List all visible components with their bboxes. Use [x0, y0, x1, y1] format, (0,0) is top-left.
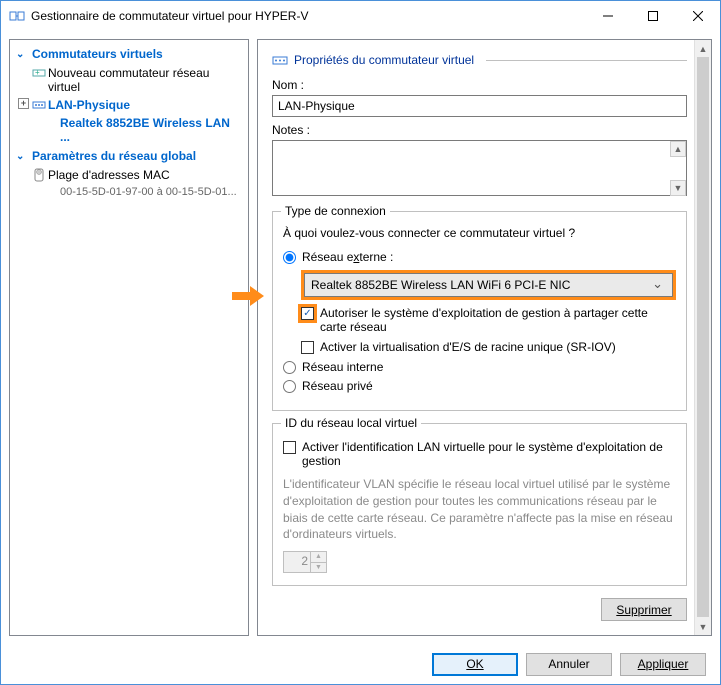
ok-button[interactable]: OK: [432, 653, 518, 676]
tree-item-lan-adapter[interactable]: Realtek 8852BE Wireless LAN ...: [12, 114, 246, 146]
spinner-buttons: ▲ ▼: [310, 552, 326, 572]
virtual-switch-manager-window: Gestionnaire de commutateur virtuel pour…: [0, 0, 721, 685]
switch-icon: [272, 52, 288, 68]
app-icon: [9, 8, 25, 24]
content-panel: Propriétés du commutateur virtuel Nom : …: [257, 39, 712, 636]
spin-up-icon: ▲: [310, 552, 326, 562]
vlan-enable-checkbox-row[interactable]: Activer l'identification LAN virtuelle p…: [283, 440, 676, 468]
sriov-checkbox-row[interactable]: Activer la virtualisation d'E/S de racin…: [301, 340, 676, 354]
tree-heading-label: Commutateurs virtuels: [32, 47, 163, 61]
minimize-button[interactable]: [585, 1, 630, 31]
connection-prompt: À quoi voulez-vous connecter ce commutat…: [283, 226, 676, 240]
titlebar: Gestionnaire de commutateur virtuel pour…: [1, 1, 720, 31]
name-label: Nom :: [272, 78, 687, 92]
section-title-label: Propriétés du commutateur virtuel: [294, 53, 474, 67]
checkbox-icon[interactable]: [301, 341, 314, 354]
close-button[interactable]: [675, 1, 720, 31]
adapter-select-highlight: Realtek 8852BE Wireless LAN WiFi 6 PCI-E…: [301, 270, 676, 300]
scrollbar-thumb[interactable]: [697, 57, 709, 617]
vlan-group: ID du réseau local virtuel Activer l'ide…: [272, 423, 687, 586]
sriov-info-row: i SR-IOV ne peut être configuré que lors…: [272, 631, 687, 635]
radio-internal-label: Réseau interne: [302, 360, 383, 374]
radio-private-label: Réseau privé: [302, 379, 373, 393]
tree-item-mac-range[interactable]: Plage d'adresses MAC: [12, 166, 246, 184]
radio-external-label: Réseau externe :: [302, 250, 393, 264]
vlan-description: L'identificateur VLAN spécifie le réseau…: [283, 476, 676, 543]
switch-icon: [32, 98, 46, 112]
scroll-down-icon[interactable]: ▼: [670, 180, 686, 196]
name-input[interactable]: [272, 95, 687, 117]
radio-private[interactable]: Réseau privé: [283, 379, 676, 393]
tree-heading-global[interactable]: ⌄ Paramètres du réseau global: [12, 146, 246, 166]
content-scrollbar[interactable]: ▲ ▼: [694, 40, 711, 635]
radio-internal-input[interactable]: [283, 361, 296, 374]
adapter-select[interactable]: Realtek 8852BE Wireless LAN WiFi 6 PCI-E…: [304, 273, 673, 297]
new-switch-icon: +: [32, 66, 46, 80]
svg-text:+: +: [35, 68, 40, 77]
collapse-icon: ⌄: [16, 151, 24, 162]
expand-icon[interactable]: +: [18, 98, 29, 109]
connection-type-group: Type de connexion À quoi voulez-vous con…: [272, 211, 687, 411]
cancel-button[interactable]: Annuler: [526, 653, 612, 676]
maximize-button[interactable]: [630, 1, 675, 31]
tree-item-label: Realtek 8852BE Wireless LAN ...: [60, 116, 240, 144]
checkbox-icon[interactable]: ✓: [301, 307, 314, 320]
vlan-id-value: 2: [301, 554, 308, 568]
apply-button[interactable]: Appliquer: [620, 653, 706, 676]
scroll-down-icon[interactable]: ▼: [695, 618, 711, 635]
tree-item-label: LAN-Physique: [48, 98, 130, 112]
section-header: Propriétés du commutateur virtuel: [272, 52, 687, 68]
vlan-enable-label: Activer l'identification LAN virtuelle p…: [302, 440, 676, 468]
tree-item-label: Plage d'adresses MAC: [48, 168, 170, 182]
scroll-up-icon[interactable]: ▲: [670, 141, 686, 157]
share-os-label: Autoriser le système d'exploitation de g…: [320, 306, 676, 334]
notes-label: Notes :: [272, 123, 687, 137]
tree-heading-switches[interactable]: ⌄ Commutateurs virtuels: [12, 44, 246, 64]
group-legend: ID du réseau local virtuel: [281, 416, 421, 430]
vlan-id-spinner: 2 ▲ ▼: [283, 551, 327, 573]
delete-button[interactable]: Supprimer: [601, 598, 687, 621]
tree-heading-label: Paramètres du réseau global: [32, 149, 196, 163]
mac-icon: [32, 168, 46, 182]
body: ⌄ Commutateurs virtuels + Nouveau commut…: [1, 31, 720, 644]
scroll-up-icon[interactable]: ▲: [695, 40, 711, 57]
radio-external-input[interactable]: [283, 251, 296, 264]
dialog-footer: OK Annuler Appliquer: [1, 644, 720, 684]
checkbox-icon[interactable]: [283, 441, 296, 454]
spin-down-icon: ▼: [310, 562, 326, 573]
collapse-icon: ⌄: [16, 49, 24, 60]
radio-external[interactable]: Réseau externe :: [283, 250, 676, 264]
content-scroll: Propriétés du commutateur virtuel Nom : …: [258, 40, 711, 635]
window-title: Gestionnaire de commutateur virtuel pour…: [31, 9, 585, 23]
tree-item-new-switch[interactable]: + Nouveau commutateur réseau virtuel: [12, 64, 246, 96]
tree-item-label: Nouveau commutateur réseau virtuel: [48, 66, 240, 94]
tree-item-mac-range-value: 00-15-5D-01-97-00 à 00-15-5D-01...: [12, 184, 246, 200]
divider: [486, 60, 687, 61]
sriov-label: Activer la virtualisation d'E/S de racin…: [320, 340, 616, 354]
window-buttons: [585, 1, 720, 31]
sidebar: ⌄ Commutateurs virtuels + Nouveau commut…: [9, 39, 249, 636]
tree-item-label: 00-15-5D-01-97-00 à 00-15-5D-01...: [60, 186, 237, 198]
group-legend: Type de connexion: [281, 204, 390, 218]
share-os-checkbox-row[interactable]: ✓ Autoriser le système d'exploitation de…: [301, 306, 676, 334]
notes-textarea[interactable]: [272, 140, 687, 196]
delete-row: Supprimer: [272, 598, 687, 621]
radio-private-input[interactable]: [283, 380, 296, 393]
tree-item-lan[interactable]: + LAN-Physique: [12, 96, 246, 114]
radio-internal[interactable]: Réseau interne: [283, 360, 676, 374]
